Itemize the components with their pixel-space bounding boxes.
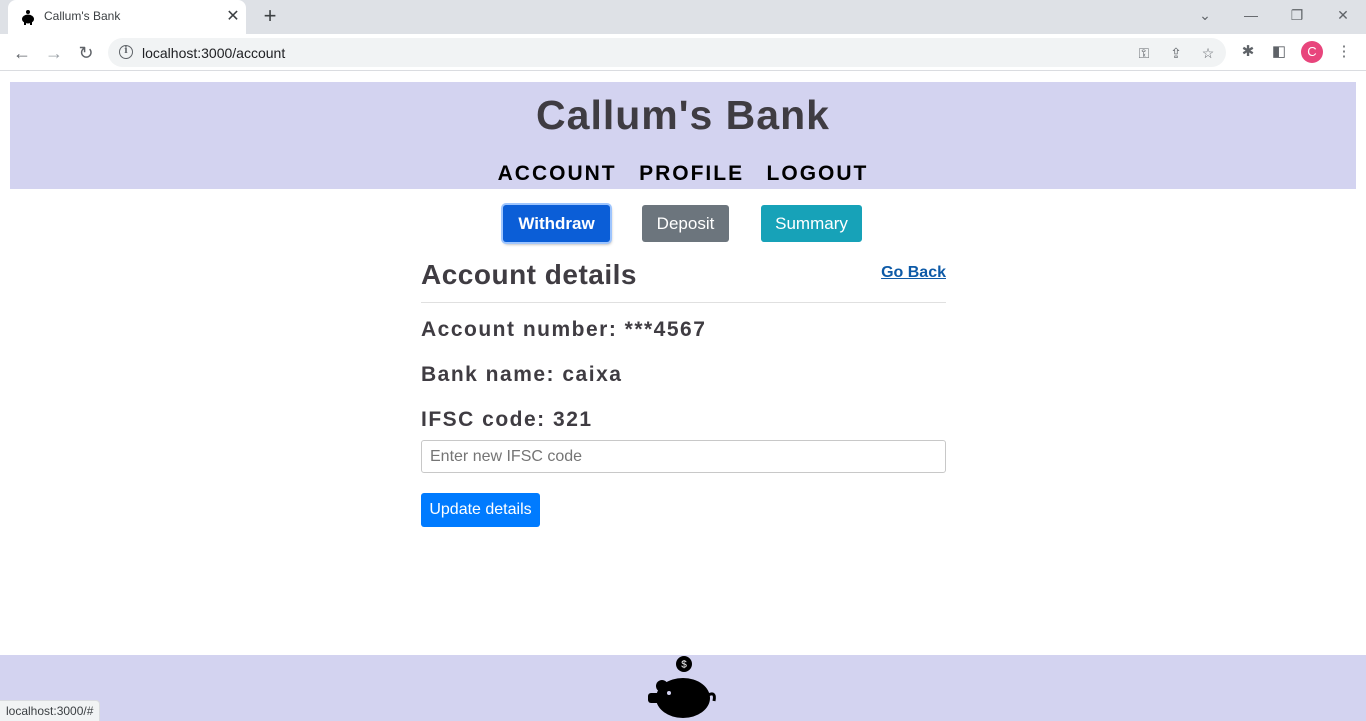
key-icon[interactable]: ⚿	[1134, 43, 1154, 63]
browser-tabstrip: Callum's Bank ✕ + ⌄ — ❐ ✕	[0, 0, 1366, 34]
address-url[interactable]: localhost:3000/account	[142, 45, 285, 61]
site-header: Callum's Bank ACCOUNT PROFILE LOGOUT	[10, 82, 1356, 189]
forward-icon[interactable]: →	[41, 40, 67, 66]
page: Callum's Bank ACCOUNT PROFILE LOGOUT Wit…	[0, 72, 1366, 721]
close-window-icon[interactable]: ✕	[1328, 4, 1358, 28]
nav-account[interactable]: ACCOUNT	[498, 162, 617, 186]
reload-icon[interactable]: ↻	[73, 40, 99, 66]
main-nav: ACCOUNT PROFILE LOGOUT	[10, 162, 1356, 186]
address-bar[interactable]: i localhost:3000/account ⚿ ⇪ ☆	[108, 38, 1226, 67]
ifsc-code: IFSC code: 321	[421, 408, 593, 431]
action-buttons: Withdraw Deposit Summary	[0, 205, 1366, 245]
site-title: Callum's Bank	[536, 92, 830, 138]
nav-profile[interactable]: PROFILE	[639, 162, 744, 186]
extensions-icon[interactable]: ✱	[1237, 41, 1259, 63]
share-icon[interactable]: ⇪	[1166, 43, 1186, 63]
deposit-button[interactable]: Deposit	[642, 205, 729, 242]
account-details-title: Account details	[421, 259, 637, 290]
minimize-icon[interactable]: —	[1236, 4, 1266, 28]
new-tab-button[interactable]: +	[258, 5, 282, 28]
divider	[421, 302, 946, 303]
browser-toolbar: ← → ↻ i localhost:3000/account ⚿ ⇪ ☆ ✱ ◧…	[0, 34, 1366, 71]
status-url-bubble: localhost:3000/#	[0, 700, 101, 721]
update-details-button[interactable]: Update details	[421, 493, 540, 527]
restore-icon[interactable]: ❐	[1282, 4, 1312, 28]
ifsc-input[interactable]	[421, 440, 946, 473]
browser-tab[interactable]: Callum's Bank ✕	[8, 0, 246, 34]
nav-logout[interactable]: LOGOUT	[767, 162, 869, 186]
back-icon[interactable]: ←	[9, 40, 35, 66]
piggy-bank-logo-icon: $	[648, 656, 716, 718]
tab-close-icon[interactable]: ✕	[224, 8, 242, 26]
piggy-bank-icon	[22, 10, 34, 25]
site-footer: $	[0, 655, 1366, 721]
profile-avatar[interactable]: C	[1301, 41, 1323, 63]
tab-search-icon[interactable]: ⌄	[1190, 4, 1220, 28]
site-info-icon[interactable]: i	[119, 45, 133, 59]
bookmark-star-icon[interactable]: ☆	[1198, 43, 1218, 63]
summary-button[interactable]: Summary	[761, 205, 862, 242]
bank-name: Bank name: caixa	[421, 363, 623, 386]
side-panel-icon[interactable]: ◧	[1268, 41, 1290, 63]
account-number: Account number: ***4567	[421, 318, 707, 341]
coin-symbol: $	[681, 660, 687, 671]
menu-kebab-icon[interactable]: ⋮	[1333, 41, 1355, 63]
withdraw-button[interactable]: Withdraw	[503, 205, 610, 242]
go-back-link[interactable]: Go Back	[881, 264, 946, 282]
tab-title: Callum's Bank	[44, 9, 121, 23]
